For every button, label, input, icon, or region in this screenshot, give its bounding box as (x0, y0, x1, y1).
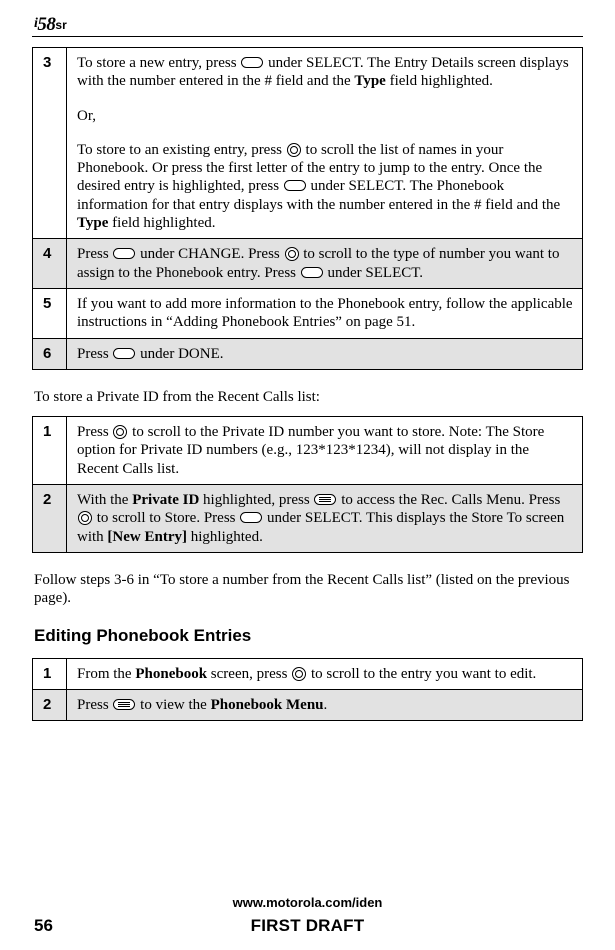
scroll-key-icon (78, 511, 92, 525)
step-text: If you want to add more information to t… (67, 288, 583, 338)
bold-text: Private ID (132, 492, 199, 508)
soft-key-icon (241, 57, 263, 68)
table-row: 6Press under DONE. (33, 338, 583, 369)
step-text: From the Phonebook screen, press to scro… (67, 658, 583, 689)
footer-url: www.motorola.com/iden (32, 895, 583, 910)
scroll-key-icon (113, 425, 127, 439)
step-text: Press under DONE. (67, 338, 583, 369)
scroll-key-icon (292, 667, 306, 681)
table-row: 3To store a new entry, press under SELEC… (33, 48, 583, 239)
soft-key-icon (113, 348, 135, 359)
step-text: Press to scroll to the Private ID number… (67, 417, 583, 485)
table-row: 2With the Private ID highlighted, press … (33, 485, 583, 553)
table-row: 2Press to view the Phonebook Menu. (33, 689, 583, 720)
steps-table-continued: 3To store a new entry, press under SELEC… (32, 47, 583, 370)
header-logo: i58sr (32, 15, 583, 34)
step-text: Press to view the Phonebook Menu. (67, 689, 583, 720)
step-number: 1 (33, 658, 67, 689)
step-number: 2 (33, 689, 67, 720)
table-row: 4Press under CHANGE. Press to scroll to … (33, 239, 583, 289)
step-number: 2 (33, 485, 67, 553)
bold-text: [New Entry] (107, 529, 187, 545)
bold-text: Type (354, 73, 385, 89)
soft-key-icon (240, 512, 262, 523)
step-number: 6 (33, 338, 67, 369)
draft-label: FIRST DRAFT (251, 916, 365, 936)
step-text: Press under CHANGE. Press to scroll to t… (67, 239, 583, 289)
step-text: With the Private ID highlighted, press t… (67, 485, 583, 553)
bold-text: Phonebook Menu (211, 697, 324, 713)
table-row: 1Press to scroll to the Private ID numbe… (33, 417, 583, 485)
scroll-key-icon (285, 247, 299, 261)
after-paragraph: Follow steps 3-6 in “To store a number f… (34, 571, 581, 608)
table-row: 5If you want to add more information to … (33, 288, 583, 338)
step-number: 5 (33, 288, 67, 338)
header-rule (32, 36, 583, 37)
table-row: 1From the Phonebook screen, press to scr… (33, 658, 583, 689)
steps-table-editing: 1From the Phonebook screen, press to scr… (32, 658, 583, 722)
step-number: 4 (33, 239, 67, 289)
logo-number: 58 (37, 14, 55, 35)
bold-text: Phonebook (135, 666, 207, 682)
menu-key-icon (314, 494, 336, 505)
mid-paragraph: To store a Private ID from the Recent Ca… (34, 388, 581, 406)
menu-key-icon (113, 699, 135, 710)
step-text: To store a new entry, press under SELECT… (67, 48, 583, 239)
step-number: 3 (33, 48, 67, 239)
scroll-key-icon (287, 143, 301, 157)
soft-key-icon (113, 248, 135, 259)
soft-key-icon (301, 267, 323, 278)
soft-key-icon (284, 180, 306, 191)
steps-table-private-id: 1Press to scroll to the Private ID numbe… (32, 416, 583, 553)
page-footer: www.motorola.com/iden 56 FIRST DRAFT (32, 895, 583, 936)
step-number: 1 (33, 417, 67, 485)
bold-text: Type (77, 215, 108, 231)
logo-suffix: sr (55, 18, 66, 32)
section-heading: Editing Phonebook Entries (34, 626, 583, 646)
page-number: 56 (34, 916, 53, 936)
